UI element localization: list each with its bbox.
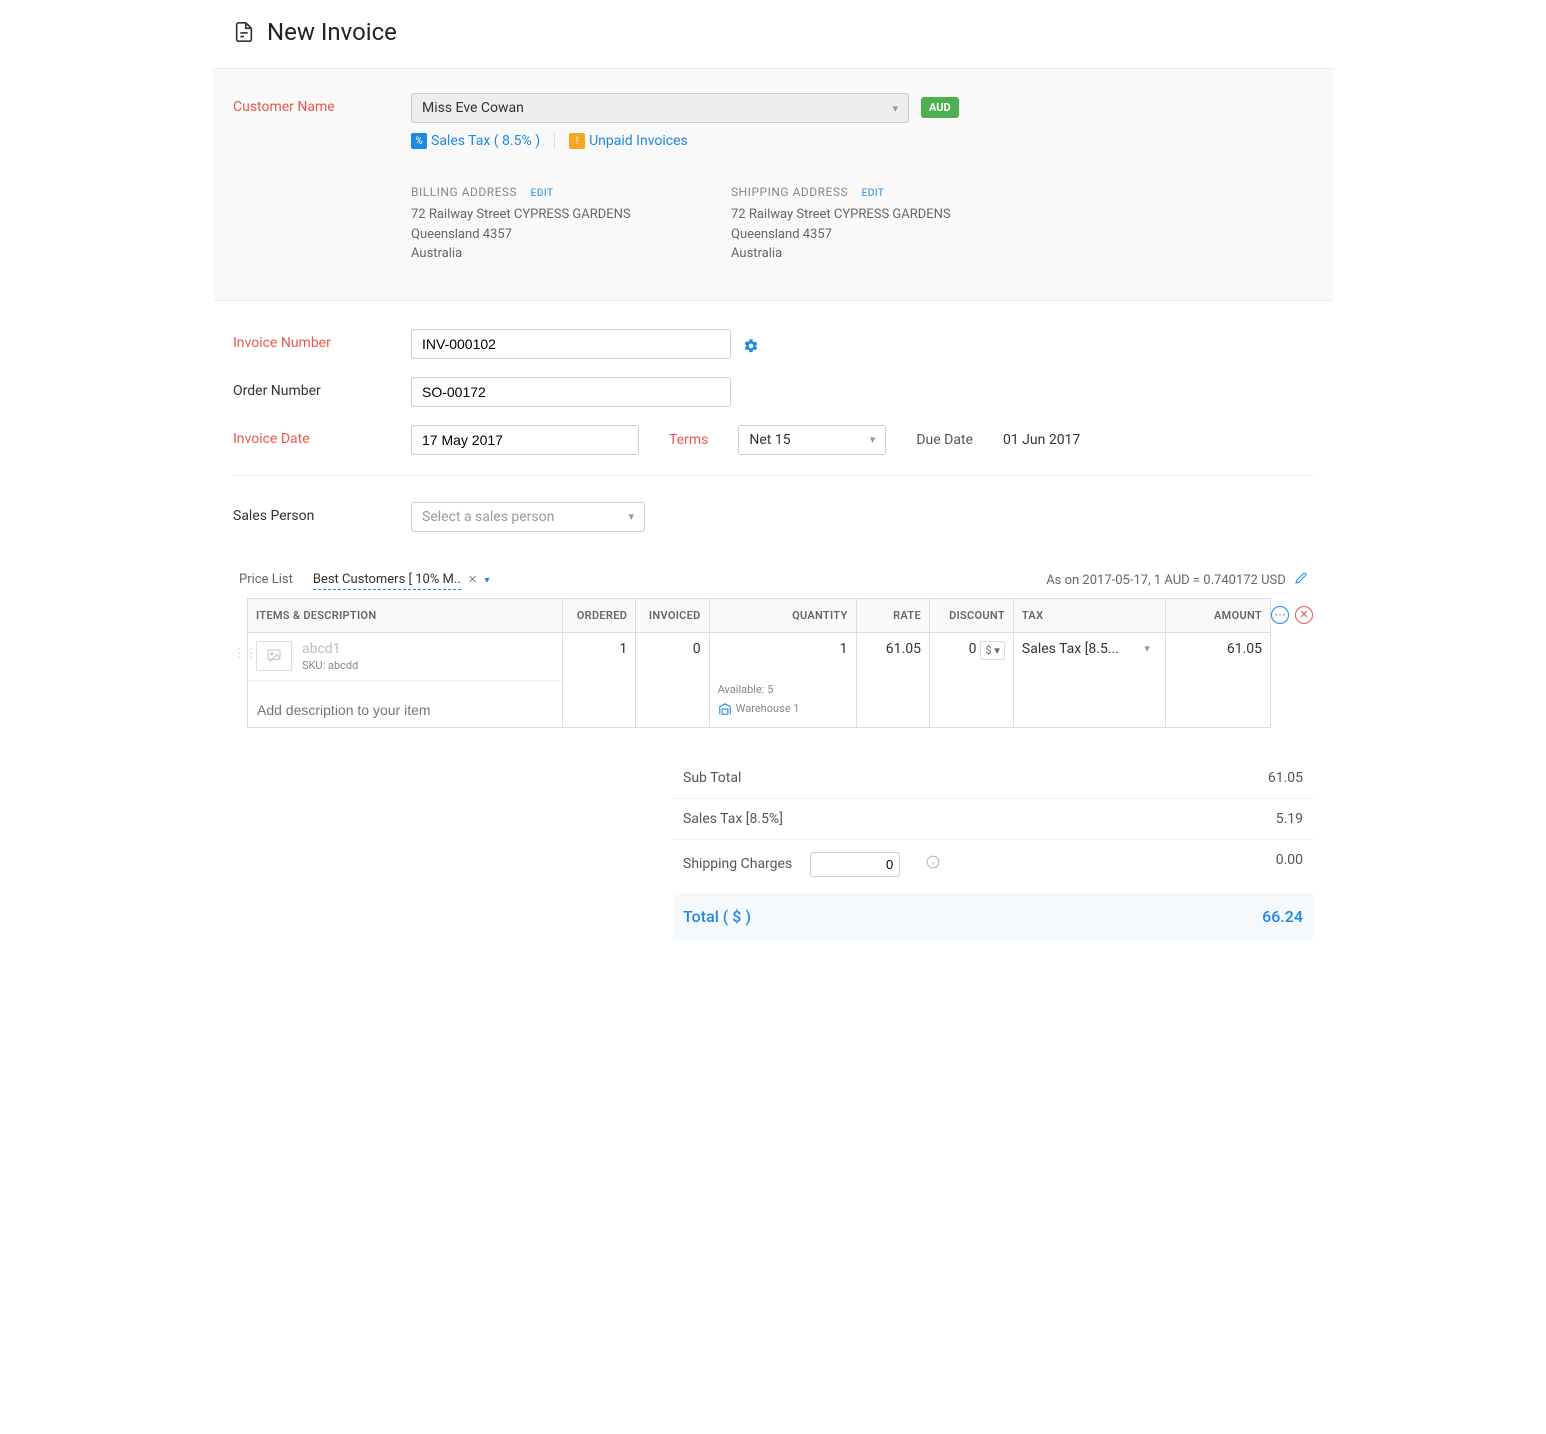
shipping-edit-link[interactable]: EDIT [862,188,885,199]
order-number-input[interactable] [411,377,731,407]
customer-name-value: Miss Eve Cowan [422,100,524,116]
chevron-down-icon: ▾ [628,510,634,523]
tax-total-label: Sales Tax [8.5%] [683,811,783,827]
tax-value: Sales Tax [8.5... [1022,641,1119,657]
billing-edit-link[interactable]: EDIT [531,188,554,199]
pricelist-select[interactable]: Best Customers [ 10% M.. [313,572,461,590]
billing-line3: Australia [411,244,671,264]
drag-handle-icon[interactable]: ⋮⋮ [233,598,247,660]
total-value: 66.24 [1262,907,1303,926]
sales-person-label: Sales Person [233,502,411,524]
alert-icon: ! [569,133,585,149]
col-quantity: QUANTITY [709,598,856,632]
warehouse-icon [718,702,732,716]
invoice-date-input[interactable] [411,425,639,455]
invoice-number-label: Invoice Number [233,329,411,351]
unpaid-invoices-link[interactable]: Unpaid Invoices [589,133,688,149]
invoice-icon [233,21,255,43]
more-options-button[interactable]: ⋯ [1271,606,1289,624]
col-rate: RATE [856,598,929,632]
page-header: New Invoice [213,0,1333,69]
table-row: abcd1 SKU: abcdd 1 0 1 Available: 5 [248,632,1271,727]
discount-unit-select[interactable]: $ ▾ [980,641,1004,660]
discount-input[interactable]: 0 [969,641,977,657]
pencil-icon[interactable] [1295,573,1307,588]
col-ordered: ORDERED [562,598,635,632]
order-number-label: Order Number [233,377,411,399]
subtotal-value: 61.05 [1268,770,1303,786]
due-date-value: 01 Jun 2017 [1003,432,1080,448]
item-name[interactable]: abcd1 [302,641,358,657]
close-icon[interactable]: ✕ [468,573,477,586]
shipping-amount: 0.00 [1276,852,1303,877]
separator [554,133,555,149]
shipping-line3: Australia [731,244,991,264]
image-placeholder-icon[interactable] [256,641,292,671]
pricelist-label: Price List [239,572,293,587]
quantity-input[interactable]: 1 [718,641,848,657]
shipping-line2: Queensland 4357 [731,225,991,245]
percent-icon: % [411,133,427,149]
exchange-rate-note: As on 2017-05-17, 1 AUD = 0.740172 USD [1046,573,1286,588]
subtotal-label: Sub Total [683,770,741,786]
customer-name-select[interactable]: Miss Eve Cowan ▾ [411,93,909,123]
shipping-address-block: SHIPPING ADDRESS EDIT 72 Railway Street … [731,185,991,264]
item-sku: SKU: abcdd [302,659,358,672]
col-discount: DISCOUNT [929,598,1013,632]
available-text: Available: 5 [718,683,848,696]
line-items-table: ITEMS & DESCRIPTION ORDERED INVOICED QUA… [247,598,1271,728]
shipping-heading: SHIPPING ADDRESS [731,185,848,199]
delete-row-button[interactable]: ✕ [1295,606,1313,624]
invoice-number-input[interactable] [411,329,731,359]
gear-icon[interactable] [743,334,759,354]
due-date-label: Due Date [916,432,973,448]
ordered-value: 1 [562,632,635,727]
rate-value[interactable]: 61.05 [856,632,929,727]
col-tax: TAX [1013,598,1165,632]
billing-address-block: BILLING ADDRESS EDIT 72 Railway Street C… [411,185,671,264]
shipping-input[interactable] [810,852,900,877]
terms-label: Terms [669,432,708,448]
chevron-down-icon: ▾ [892,102,898,115]
col-items: ITEMS & DESCRIPTION [248,598,563,632]
amount-value: 61.05 [1166,632,1271,727]
page-title: New Invoice [267,18,397,46]
tax-total-value: 5.19 [1276,811,1303,827]
shipping-line1: 72 Railway Street CYPRESS GARDENS [731,205,991,225]
warehouse-name[interactable]: Warehouse 1 [736,702,800,715]
invoiced-value: 0 [636,632,709,727]
divider [233,475,1313,476]
billing-line1: 72 Railway Street CYPRESS GARDENS [411,205,671,225]
billing-heading: BILLING ADDRESS [411,185,517,199]
col-amount: AMOUNT [1166,598,1271,632]
shipping-label: Shipping Charges [683,856,792,872]
item-description-input[interactable] [248,681,562,727]
info-icon[interactable] [926,855,940,873]
terms-value: Net 15 [749,432,790,448]
terms-select[interactable]: Net 15 ▾ [738,425,886,455]
customer-name-label: Customer Name [233,93,411,115]
sales-person-placeholder: Select a sales person [422,509,554,525]
billing-line2: Queensland 4357 [411,225,671,245]
chevron-down-icon: ▾ [1144,642,1150,655]
currency-badge: AUD [921,97,959,118]
col-invoiced: INVOICED [636,598,709,632]
chevron-down-icon: ▾ [870,433,876,446]
total-label: Total ( $ ) [683,907,751,926]
chevron-down-icon[interactable]: ▾ [484,575,489,586]
tax-select[interactable]: Sales Tax [8.5... ▾ [1022,641,1150,657]
invoice-date-label: Invoice Date [233,425,411,447]
sales-tax-link[interactable]: Sales Tax ( 8.5% ) [431,133,540,149]
sales-person-select[interactable]: Select a sales person ▾ [411,502,645,532]
